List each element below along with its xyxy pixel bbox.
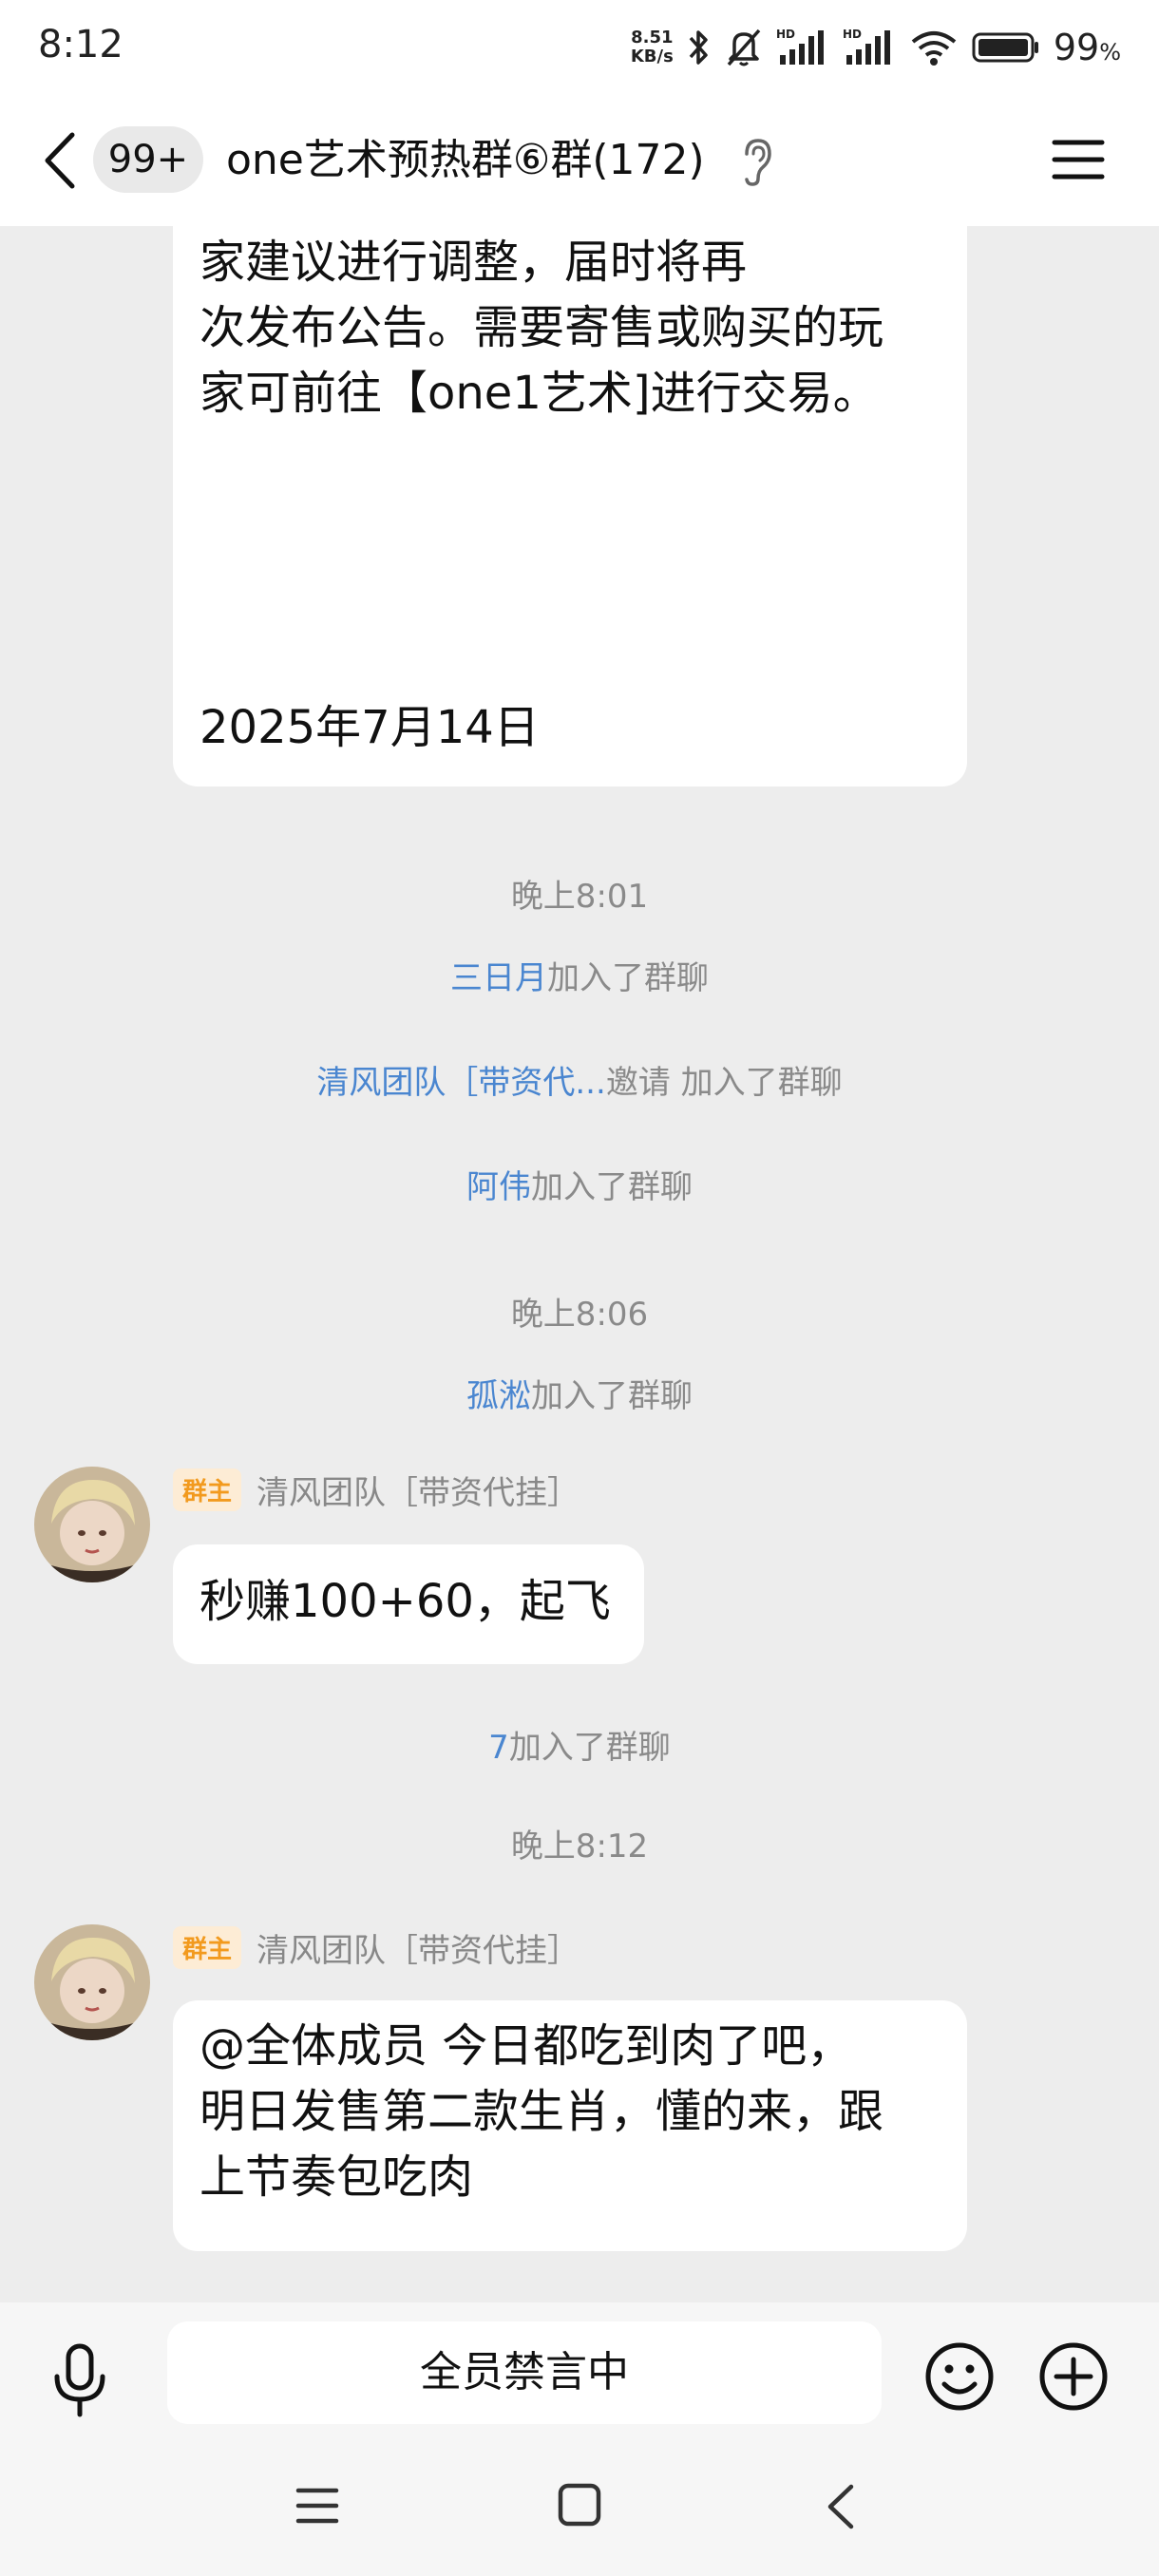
join-action: 加入了群聊 [547, 959, 709, 997]
input-bar: 全员禁言中 [0, 2302, 1159, 2441]
join-notice: 阿伟加入了群聊 [0, 1161, 1159, 1207]
plus-circle-icon[interactable] [1037, 2340, 1110, 2413]
join-username[interactable]: 三日月 [450, 959, 547, 997]
timestamp: 晚上8:01 [510, 878, 649, 916]
status-icons: 8.51 KB/s HD HD 99% [631, 21, 1121, 74]
chat-title: one艺术预热群⑥群(172) [226, 136, 705, 184]
back-triangle-icon[interactable] [821, 2481, 859, 2532]
announcement-bubble[interactable]: 家建议进行调整，届时将再 次发布公告。需要寄售或购买的玩 家可前往【one1艺术… [173, 226, 967, 786]
message-text-line: 上节奏包吃肉 [200, 2150, 474, 2204]
muted-status-field: 全员禁言中 [167, 2321, 882, 2424]
network-speed: 8.51 KB/s [631, 28, 674, 66]
announcement-line: 家建议进行调整，届时将再 [200, 236, 748, 289]
message-text-line: 明日发售第二款生肖，懂的来，跟 [200, 2085, 884, 2138]
mute-bell-icon [727, 28, 761, 66]
home-square-icon[interactable] [557, 2481, 602, 2529]
system-nav-bar [0, 2441, 1159, 2576]
bluetooth-icon [689, 30, 708, 65]
join-username[interactable]: 清风团队［带资代... [316, 1064, 605, 1102]
battery-percent: 99% [1054, 27, 1121, 68]
sender-row: 群主 清风团队［带资代挂］ [173, 1924, 580, 1971]
announcement-date: 2025年7月14日 [200, 701, 540, 754]
join-notice: 三日月加入了群聊 [0, 952, 1159, 998]
sender-name[interactable]: 清风团队［带资代挂］ [256, 1467, 580, 1513]
network-speed-unit: KB/s [630, 47, 674, 66]
message-bubble[interactable]: 秒赚100+60，起飞 [173, 1544, 644, 1664]
avatar-image [34, 1467, 150, 1582]
timestamp: 晚上8:12 [510, 1828, 649, 1866]
join-action: 加入了群聊 [531, 1377, 693, 1415]
hd-signal-icon: HD [776, 28, 824, 65]
join-notice: 清风团队［带资代...邀请 加入了群聊 [0, 1056, 1159, 1103]
join-action: 加入了群聊 [531, 1168, 693, 1206]
svg-text:HD: HD [776, 28, 795, 41]
status-time: 8:12 [38, 23, 124, 66]
join-username[interactable]: 7 [488, 1729, 509, 1767]
unread-count-badge[interactable]: 99+ [93, 126, 203, 193]
status-bar: 8:12 8.51 KB/s HD HD 99% [0, 0, 1159, 95]
message-text-line: @全体成员 今日都吃到肉了吧， [200, 2019, 853, 2073]
avatar-image [34, 1924, 150, 2040]
ear-icon[interactable] [737, 135, 775, 188]
sender-name[interactable]: 清风团队［带资代挂］ [256, 1924, 580, 1971]
timestamp: 晚上8:06 [510, 1296, 649, 1334]
sender-row: 群主 清风团队［带资代挂］ [173, 1467, 580, 1513]
chevron-left-icon[interactable] [38, 129, 86, 192]
group-owner-badge: 群主 [173, 1925, 242, 1969]
smiley-icon[interactable] [923, 2340, 996, 2413]
chat-message-list[interactable]: 家建议进行调整，届时将再 次发布公告。需要寄售或购买的玩 家可前往【one1艺术… [0, 226, 1159, 2302]
join-action: 加入了群聊 [508, 1729, 671, 1767]
message-text: 秒赚100+60，起飞 [200, 1575, 611, 1628]
join-notice: 孤淞加入了群聊 [0, 1370, 1159, 1416]
join-username[interactable]: 阿伟 [466, 1168, 531, 1206]
battery-percent-symbol: % [1099, 39, 1121, 66]
chat-header: 99+ one艺术预热群⑥群(172) [0, 95, 1159, 226]
wifi-icon [911, 31, 957, 66]
announcement-line: 家可前往【one1艺术]进行交易。 [200, 367, 879, 420]
join-username[interactable]: 孤淞 [466, 1377, 531, 1415]
avatar[interactable] [34, 1467, 150, 1582]
network-speed-value: 8.51 [631, 28, 674, 47]
battery-percent-value: 99 [1053, 27, 1100, 68]
avatar[interactable] [34, 1924, 150, 2040]
recent-apps-icon[interactable] [294, 2483, 340, 2529]
join-notice: 7加入了群聊 [0, 1721, 1159, 1768]
hamburger-menu-icon[interactable] [1051, 133, 1106, 186]
announcement-line: 次发布公告。需要寄售或购买的玩 [200, 301, 884, 354]
battery-icon [972, 32, 1038, 63]
microphone-icon[interactable] [49, 2342, 110, 2418]
svg-text:HD: HD [843, 28, 862, 41]
group-owner-badge: 群主 [173, 1468, 242, 1511]
join-action: 邀请 加入了群聊 [605, 1064, 843, 1102]
message-bubble[interactable]: @全体成员 今日都吃到肉了吧， 明日发售第二款生肖，懂的来，跟 上节奏包吃肉 [173, 2000, 967, 2251]
hd-signal-icon: HD [843, 28, 890, 65]
